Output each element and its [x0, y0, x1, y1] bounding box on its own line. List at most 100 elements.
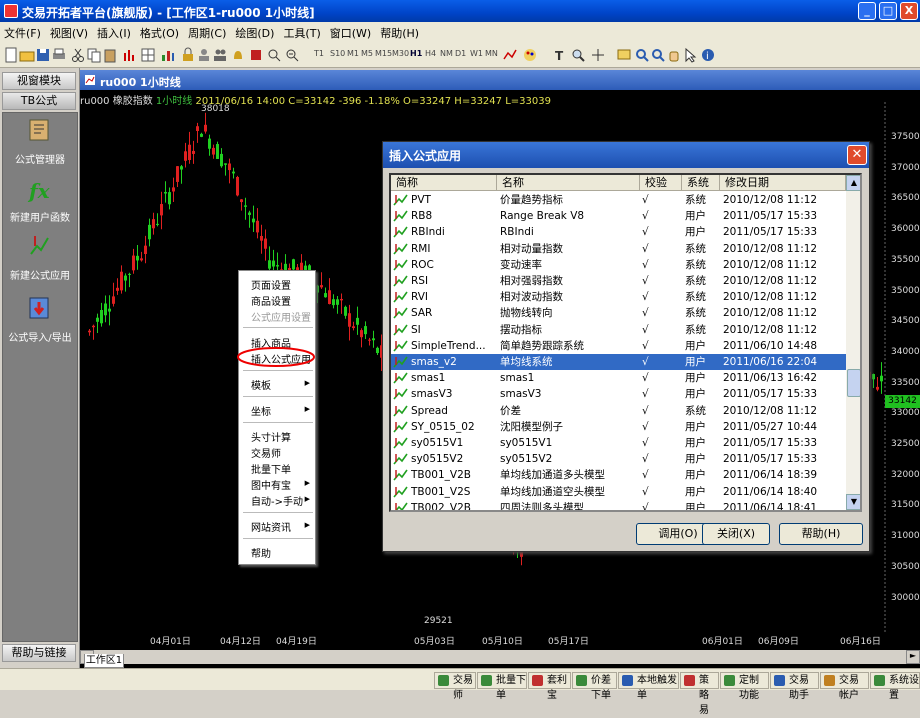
table-row[interactable]: smas1 smas1 √ 用户 2011/06/13 16:42 [391, 370, 846, 386]
period-nm[interactable]: NM [440, 49, 453, 58]
table-row[interactable]: sy0515V1 sy0515V1 √ 用户 2011/05/17 15:33 [391, 435, 846, 451]
scroll-down-icon[interactable]: ▼ [846, 494, 860, 510]
status-button[interactable]: 定制功能 [720, 672, 769, 701]
magnifier-icon[interactable] [570, 47, 586, 63]
status-button[interactable]: 策略易 [680, 672, 719, 716]
scroll-up-icon[interactable]: ▲ [846, 175, 860, 191]
ctx-auto-manual[interactable]: 自动->手动 [251, 493, 303, 508]
ctx-trader[interactable]: 交易师 [251, 445, 281, 460]
col-short-name[interactable]: 简称 [391, 175, 497, 191]
stop-icon[interactable] [248, 47, 264, 63]
period-h1[interactable]: H1 [410, 49, 422, 58]
ctx-page-setup[interactable]: 页面设置 [251, 277, 291, 292]
note-icon[interactable] [616, 47, 632, 63]
table-row[interactable]: Spread 价差 √ 系统 2010/12/08 11:12 [391, 403, 846, 419]
table-row[interactable]: smas_v2 单均线系统 √ 用户 2011/06/16 22:04 [391, 354, 846, 371]
lock-icon[interactable] [180, 47, 196, 63]
col-modified[interactable]: 修改日期 [720, 175, 846, 191]
chart-type-icon[interactable] [122, 47, 138, 63]
dialog-close-button[interactable]: ✕ [847, 145, 867, 165]
menu-draw[interactable]: 绘图(D) [231, 22, 279, 41]
formula-list[interactable]: 简称 名称 校验 系统 修改日期 PVT 价量趋势指标 √ 系统 2010/12/08 … [389, 173, 862, 512]
ctx-help[interactable]: 帮助 [251, 545, 271, 560]
period-d1[interactable]: D1 [455, 49, 466, 58]
period-mn[interactable]: MN [485, 49, 498, 58]
table-row[interactable]: sy0515V2 sy0515V2 √ 用户 2011/05/17 15:33 [391, 451, 846, 467]
status-button[interactable]: 价差下单 [572, 672, 617, 701]
grid-icon[interactable] [140, 47, 156, 63]
minimize-button[interactable]: _ [858, 2, 876, 20]
table-row[interactable]: RSI 相对强弱指数 √ 系统 2010/12/08 11:12 [391, 273, 846, 289]
status-button[interactable]: 系统设置 [870, 672, 920, 701]
menu-insert[interactable]: 插入(I) [93, 22, 136, 41]
palette-icon[interactable] [522, 47, 538, 63]
table-row[interactable]: smasV3 smasV3 √ 用户 2011/05/17 15:33 [391, 386, 846, 402]
table-row[interactable]: SI 摆动指标 √ 系统 2010/12/08 11:12 [391, 322, 846, 338]
scroll-thumb[interactable] [847, 369, 860, 397]
sidebar-item-formula-manager[interactable]: 公式管理器 [0, 151, 80, 166]
ctx-axis[interactable]: 坐标 [251, 403, 271, 418]
users-icon[interactable] [212, 47, 228, 63]
ctx-position-calc[interactable]: 头寸计算 [251, 429, 291, 444]
text-tool-icon[interactable]: T [552, 47, 568, 63]
print-icon[interactable] [51, 47, 67, 63]
table-row[interactable]: ROC 变动速率 √ 系统 2010/12/08 11:12 [391, 257, 846, 273]
col-verify[interactable]: 校验 [640, 175, 682, 191]
new-file-icon[interactable] [3, 47, 19, 63]
info-icon[interactable]: i [700, 47, 716, 63]
bar-chart-icon[interactable] [160, 47, 176, 63]
period-t1[interactable]: T1 [314, 49, 324, 58]
table-row[interactable]: TB002_V2B 四周法则多头模型 √ 用户 2011/06/14 18:41 [391, 500, 846, 510]
dialog-help-button[interactable]: 帮助(H) [779, 523, 863, 545]
table-row[interactable]: RMI 相对动量指数 √ 系统 2010/12/08 11:12 [391, 241, 846, 257]
search-plus-icon[interactable] [650, 47, 666, 63]
sidebar-item-import-export[interactable]: 公式导入/导出 [0, 329, 80, 344]
status-button[interactable]: 交易助手 [770, 672, 819, 701]
menu-window[interactable]: 窗口(W) [326, 22, 376, 41]
bell-icon[interactable] [230, 47, 246, 63]
col-system[interactable]: 系统 [682, 175, 720, 191]
workspace-tab[interactable]: 工作区1 [84, 654, 124, 668]
ctx-chart-treasure[interactable]: 图中有宝 [251, 477, 291, 492]
sidebar-header[interactable]: 视窗模块 [2, 72, 76, 90]
close-button[interactable]: X [900, 2, 918, 20]
period-m5[interactable]: M5 [361, 49, 373, 58]
menu-format[interactable]: 格式(O) [136, 22, 184, 41]
search-icon[interactable] [634, 47, 650, 63]
table-row[interactable]: SY_0515_02 沈阳模型例子 √ 用户 2011/05/27 10:44 [391, 419, 846, 435]
copy-icon[interactable] [86, 47, 102, 63]
open-folder-icon[interactable] [19, 47, 35, 63]
table-row[interactable]: RVI 相对波动指数 √ 系统 2010/12/08 11:12 [391, 289, 846, 305]
horizontal-scrollbar[interactable]: ◄ ► [80, 650, 920, 664]
menu-view[interactable]: 视图(V) [46, 22, 93, 41]
menu-tools[interactable]: 工具(T) [279, 22, 325, 41]
col-name[interactable]: 名称 [497, 175, 640, 191]
cut-icon[interactable] [70, 47, 86, 63]
ctx-web-news[interactable]: 网站资讯 [251, 519, 291, 534]
period-m15[interactable]: M15 [375, 49, 392, 58]
zoom-out-icon[interactable] [284, 47, 300, 63]
status-button[interactable]: 交易帐户 [820, 672, 869, 701]
menu-help[interactable]: 帮助(H) [376, 22, 424, 41]
table-row[interactable]: SAR 抛物线转向 √ 系统 2010/12/08 11:12 [391, 305, 846, 321]
sidebar-item-new-function[interactable]: 新建用户函数 [0, 209, 80, 224]
status-button[interactable]: 本地触发单 [618, 672, 679, 701]
status-button[interactable]: 批量下单 [477, 672, 527, 701]
indicator-icon[interactable] [502, 47, 518, 63]
table-row[interactable]: RBIndi RBIndi √ 用户 2011/05/17 15:33 [391, 224, 846, 240]
zoom-in-icon[interactable] [266, 47, 282, 63]
dialog-close-text-button[interactable]: 关闭(X) [702, 523, 770, 545]
table-row[interactable]: PVT 价量趋势指标 √ 系统 2010/12/08 11:12 [391, 192, 846, 208]
pointer-icon[interactable] [682, 47, 698, 63]
maximize-button[interactable]: □ [879, 2, 897, 20]
ctx-batch-order[interactable]: 批量下单 [251, 461, 291, 476]
menu-period[interactable]: 周期(C) [184, 22, 231, 41]
sidebar-item-new-application[interactable]: 新建公式应用 [0, 267, 80, 282]
vertical-scrollbar[interactable]: ▲ ▼ [846, 175, 860, 510]
sidebar-footer[interactable]: 帮助与链接 [2, 644, 76, 662]
save-icon[interactable] [35, 47, 51, 63]
period-m30[interactable]: M30 [392, 49, 409, 58]
period-h4[interactable]: H4 [425, 49, 436, 58]
hand-icon[interactable] [666, 47, 682, 63]
period-s10[interactable]: S10 [330, 49, 345, 58]
